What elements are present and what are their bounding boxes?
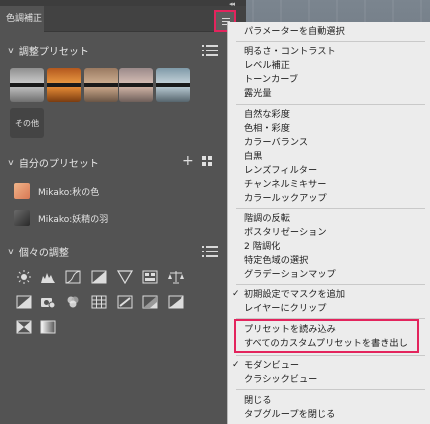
menu-item-vibrance[interactable]: 自然な彩度 [244, 108, 290, 121]
menu-item-channel-mixer[interactable]: チャンネルミキサー [244, 178, 326, 191]
add-preset-icon[interactable]: + [182, 154, 194, 168]
chevron-down-icon: ∨ [7, 246, 15, 256]
menu-separator [236, 41, 425, 42]
my-preset-label: Mikako:妖精の羽 [38, 214, 109, 225]
checkmark-icon: ✓ [232, 289, 240, 299]
menu-item-gradient-map[interactable]: グラデーションマップ [244, 268, 336, 281]
list-view-icon[interactable] [202, 45, 218, 56]
menu-item-load-presets[interactable]: プリセットを読み込み [244, 323, 336, 336]
menu-item-color-balance[interactable]: カラーバランス [244, 136, 308, 149]
invert-icon[interactable] [117, 295, 133, 309]
photo-filter-icon[interactable] [40, 295, 56, 309]
menu-item-close[interactable]: 閉じる [244, 394, 272, 407]
posterize-icon[interactable] [142, 295, 158, 309]
my-presets-section-title: 自分のプリセット [18, 158, 99, 170]
chevron-down-icon: ∨ [7, 45, 15, 55]
menu-item-hue-saturation[interactable]: 色相・彩度 [244, 122, 290, 135]
preset-thumbnail[interactable] [119, 68, 153, 102]
preset-icon [14, 210, 30, 226]
chevron-down-icon: ∨ [7, 157, 15, 167]
menu-item-close-tab-group[interactable]: タブグループを閉じる [244, 408, 335, 421]
menu-separator [236, 104, 425, 105]
tab-bar: 色調補正 [0, 6, 246, 32]
menu-item-invert[interactable]: 階調の反転 [244, 212, 290, 225]
grid-view-icon[interactable] [202, 156, 212, 166]
my-presets-section-header[interactable]: ∨ 自分のプリセット [7, 154, 99, 170]
menu-item-photo-filter[interactable]: レンズフィルター [244, 164, 317, 177]
menu-separator [236, 355, 425, 356]
exposure-icon[interactable] [91, 270, 107, 284]
presets-section-header[interactable]: ∨ 調整プリセット [7, 42, 89, 58]
menu-item-threshold[interactable]: 2 階調化 [244, 240, 280, 253]
color-lookup-icon[interactable] [91, 295, 107, 309]
other-presets-button[interactable]: その他 [10, 108, 44, 138]
preset-thumbnail[interactable] [10, 68, 44, 102]
checkmark-icon: ✓ [232, 360, 240, 370]
menu-separator [236, 208, 425, 209]
presets-section-title: 調整プリセット [18, 46, 89, 58]
hue-saturation-icon[interactable] [142, 270, 158, 284]
preset-icon [14, 183, 30, 199]
preset-thumbnail[interactable] [84, 68, 118, 102]
menu-item-posterize[interactable]: ポスタリゼーション [244, 226, 327, 239]
threshold-icon[interactable] [168, 295, 184, 309]
menu-item-curves[interactable]: トーンカーブ [244, 73, 298, 86]
menu-item-selective-color[interactable]: 特定色域の選択 [244, 254, 308, 267]
menu-item-export-all-custom-presets[interactable]: すべてのカスタムプリセットを書き出し [244, 337, 408, 350]
menu-item-brightness-contrast[interactable]: 明るさ・コントラスト [244, 45, 336, 58]
tab-adjustments[interactable]: 色調補正 [0, 6, 44, 32]
levels-icon[interactable] [40, 270, 56, 284]
adjustments-panel: ◂◂ 色調補正 ∨ 調整プリセット その他 ∨ 自分のプリセット + Mikak… [0, 0, 246, 424]
my-preset-item[interactable]: Mikako:秋の色 [14, 182, 99, 200]
list-view-icon[interactable] [202, 246, 218, 257]
adjustments-section-header[interactable]: ∨ 個々の調整 [7, 243, 69, 259]
my-preset-label: Mikako:秋の色 [38, 187, 100, 198]
preset-thumbnail[interactable] [156, 68, 190, 102]
menu-item-modern-view[interactable]: モダンビュー [244, 359, 299, 372]
menu-item-color-lookup[interactable]: カラールックアップ [244, 192, 327, 205]
menu-item-auto-select-parameters[interactable]: パラメーターを自動選択 [244, 25, 345, 38]
menu-item-exposure[interactable]: 露光量 [244, 87, 272, 100]
menu-item-clip-to-layer[interactable]: レイヤーにクリップ [244, 302, 326, 315]
panel-flyout-menu: パラメーターを自動選択 明るさ・コントラスト レベル補正 トーンカーブ 露光量 … [227, 22, 430, 424]
preset-thumbnail[interactable] [47, 68, 81, 102]
menu-item-add-mask-by-default[interactable]: 初期設定でマスクを追加 [244, 288, 345, 301]
channel-mixer-icon[interactable] [65, 295, 81, 309]
my-preset-item[interactable]: Mikako:妖精の羽 [14, 209, 108, 227]
menu-separator [236, 389, 425, 390]
gradient-map-icon[interactable] [16, 320, 32, 334]
menu-item-classic-view[interactable]: クラシックビュー [244, 373, 317, 386]
selective-color-icon[interactable] [40, 320, 56, 334]
vibrance-icon[interactable] [117, 270, 133, 284]
color-balance-icon[interactable] [168, 270, 184, 284]
curves-icon[interactable] [65, 270, 81, 284]
menu-item-levels[interactable]: レベル補正 [244, 59, 290, 72]
black-white-icon[interactable] [16, 295, 32, 309]
adjustments-section-title: 個々の調整 [18, 247, 69, 259]
menu-item-black-white[interactable]: 白黒 [244, 150, 262, 163]
brightness-contrast-icon[interactable] [16, 270, 32, 284]
menu-separator [236, 284, 425, 285]
